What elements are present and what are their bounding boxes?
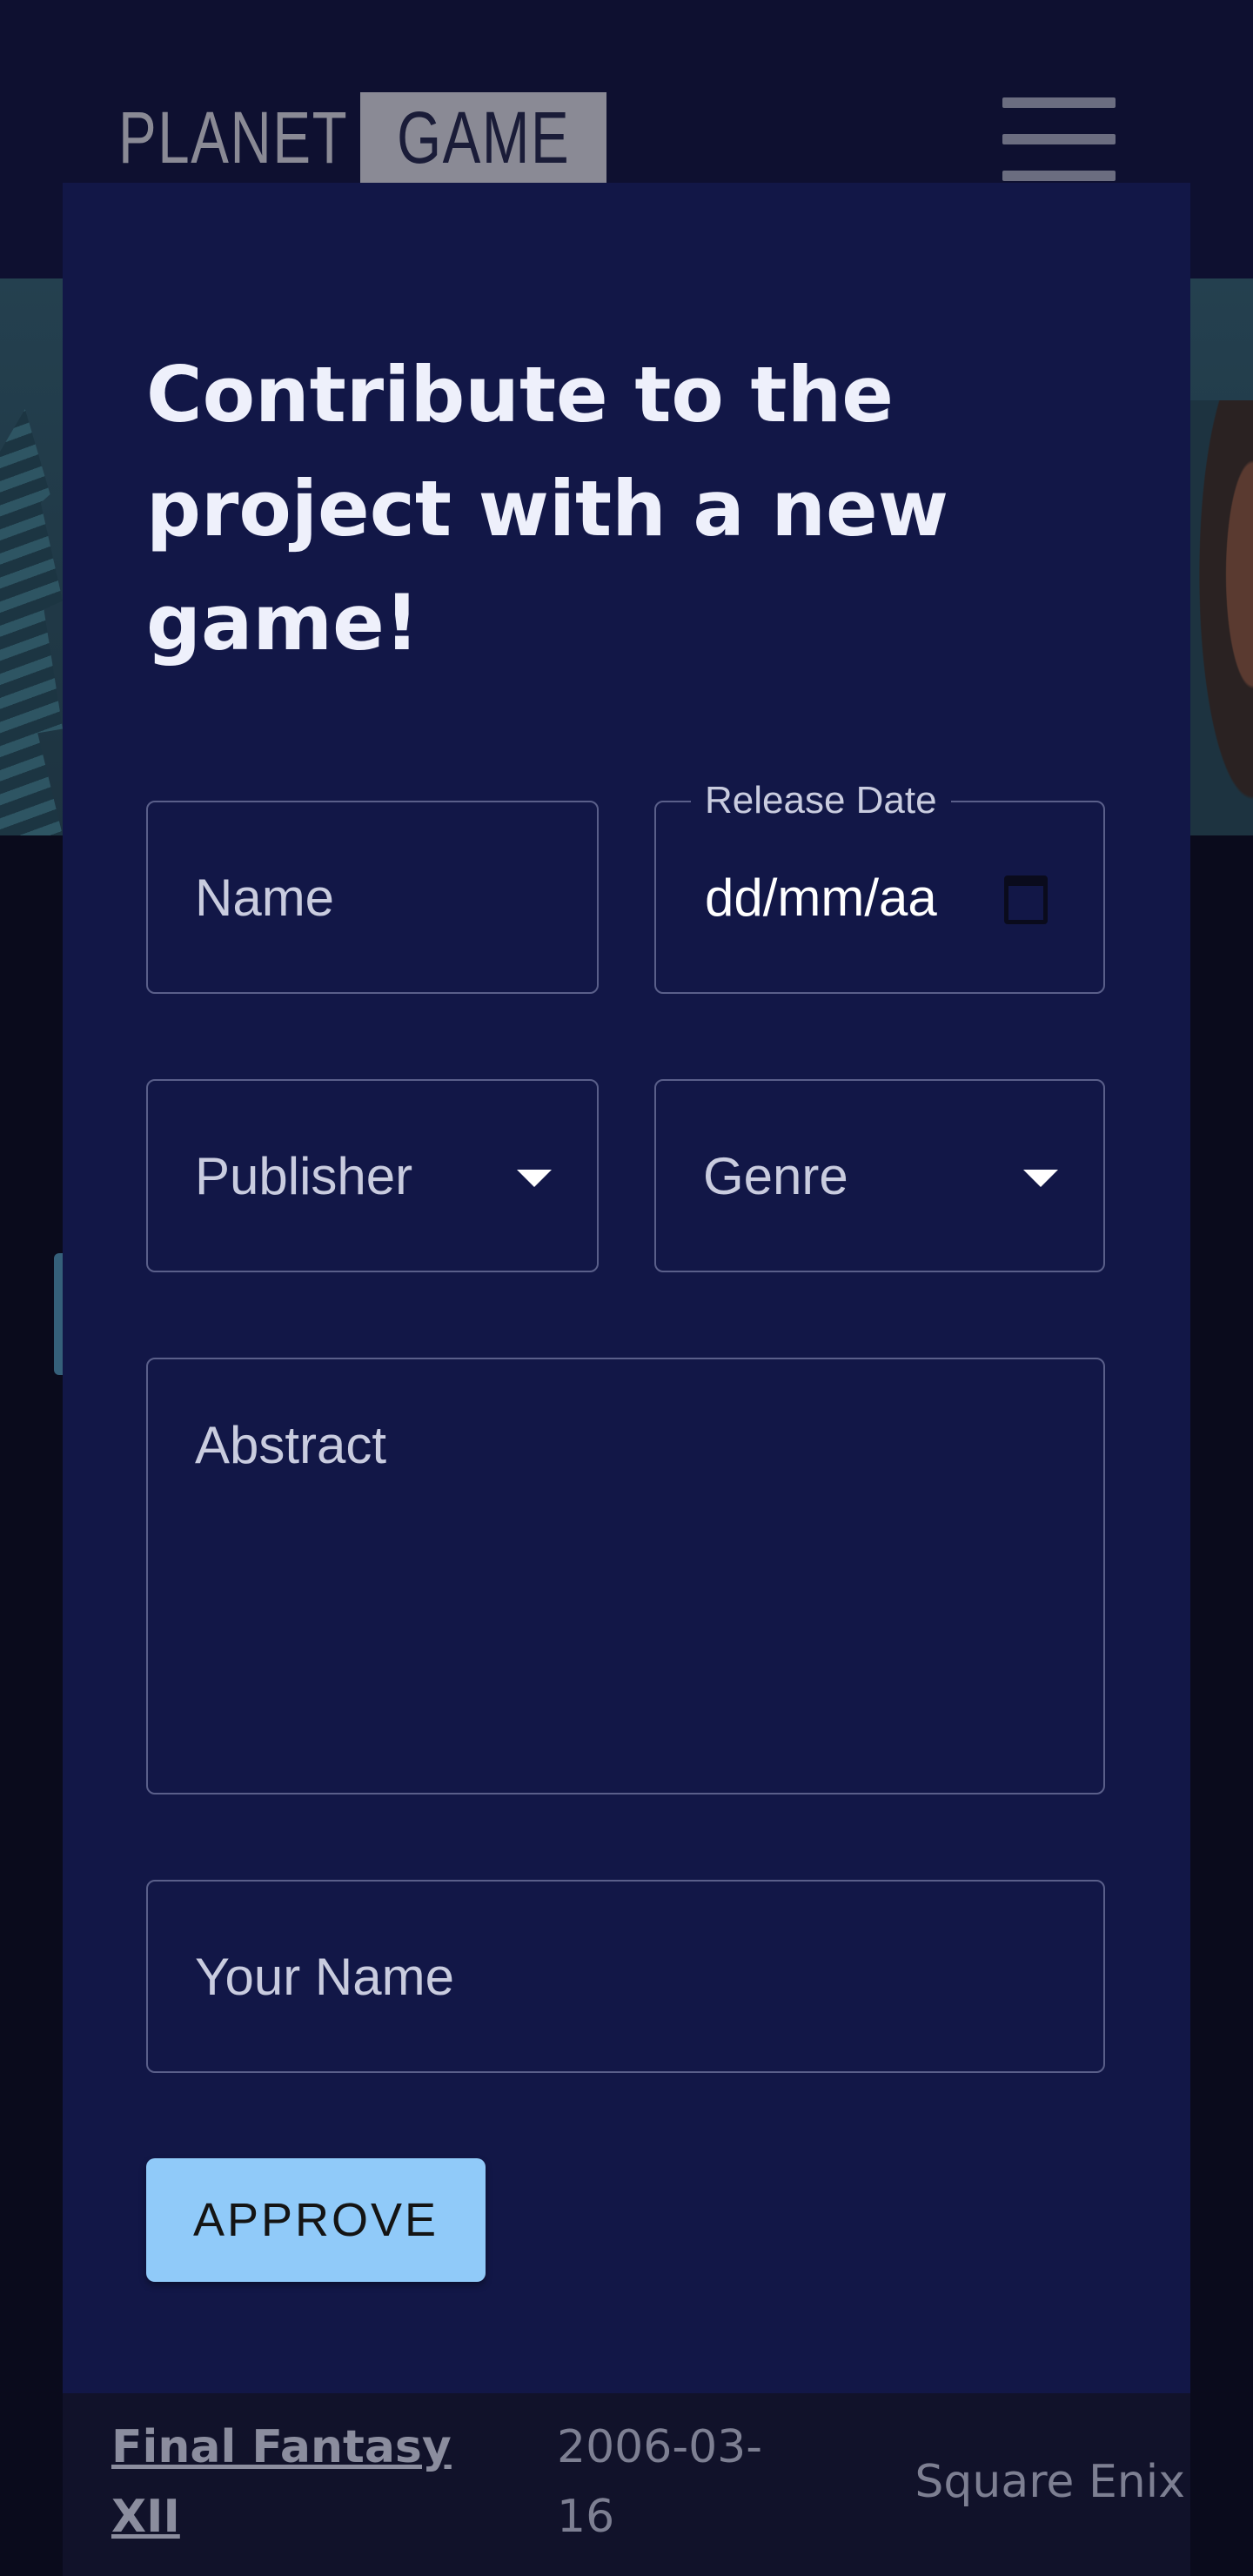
hamburger-line — [1002, 97, 1116, 108]
planet-game-logo[interactable]: PLANET GAME — [118, 92, 607, 183]
logo-word-game: GAME — [360, 92, 607, 183]
genre-select[interactable]: Genre — [654, 1079, 1105, 1272]
logo-word-game-text: GAME — [397, 96, 571, 178]
chevron-down-icon — [1023, 1170, 1058, 1187]
hamburger-line — [1002, 171, 1116, 181]
chevron-down-icon — [517, 1170, 552, 1187]
your-name-placeholder: Your Name — [195, 1947, 454, 2006]
hero-character-image — [1190, 400, 1253, 835]
abstract-placeholder: Abstract — [195, 1416, 387, 1474]
game-release-date: 2006-03-16 — [557, 2421, 763, 2543]
dialog-title: Contribute to the project with a new gam… — [146, 350, 949, 667]
add-game-dialog: Contribute to the project with a new gam… — [63, 183, 1190, 2393]
hamburger-line — [1002, 134, 1116, 144]
game-publisher: Square Enix — [915, 2456, 1185, 2508]
release-date-value: dd/mm/aa — [705, 868, 937, 927]
logo-word-planet: PLANET — [118, 96, 349, 178]
hamburger-menu-icon[interactable] — [1002, 97, 1116, 181]
publisher-select[interactable]: Publisher — [146, 1079, 599, 1272]
table-row: Final Fantasy XII 2006-03-16 Square Enix — [63, 2393, 1190, 2576]
calendar-icon[interactable] — [1004, 875, 1048, 924]
your-name-field[interactable]: Your Name — [146, 1880, 1105, 2073]
game-title-link[interactable]: Final Fantasy XII — [111, 2412, 494, 2552]
release-date-field[interactable]: Release Date dd/mm/aa — [654, 776, 1105, 994]
name-placeholder: Name — [195, 868, 335, 927]
name-field[interactable]: Name — [146, 801, 599, 994]
abstract-textarea[interactable]: Abstract — [146, 1358, 1105, 1794]
genre-placeholder: Genre — [703, 1146, 848, 1205]
approve-button[interactable]: APPROVE — [146, 2158, 486, 2282]
publisher-placeholder: Publisher — [195, 1146, 413, 1205]
